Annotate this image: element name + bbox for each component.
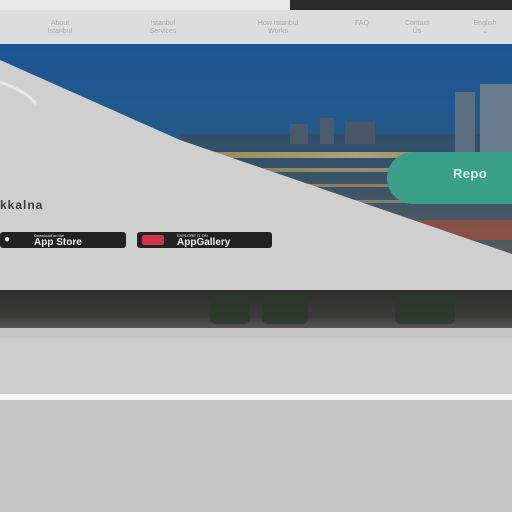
app-gallery-badge[interactable]: EXPLORE IT ON AppGallery bbox=[137, 232, 272, 248]
nav-item-label: Istanbul bbox=[150, 20, 176, 27]
nav-item-label: Contact bbox=[404, 20, 430, 27]
brand-tagline: kkalna bbox=[0, 198, 44, 212]
main-navigation: About Istanbul Istanbul Services How Ist… bbox=[0, 10, 512, 44]
nav-item-label: About bbox=[50, 20, 70, 27]
tree-shape bbox=[210, 294, 250, 324]
nav-item-sublabel: Works bbox=[268, 28, 288, 35]
top-dark-strip bbox=[290, 0, 512, 10]
nav-item-sublabel: Services bbox=[149, 28, 177, 35]
language-label: English bbox=[473, 20, 497, 27]
nav-item-contact[interactable]: Contact Us bbox=[392, 20, 442, 36]
app-store-big-text: App Store bbox=[34, 237, 82, 248]
hero-slider: Repo kkalna ● Download on the App Store … bbox=[0, 44, 512, 290]
chevron-down-icon: ⌄ bbox=[482, 28, 488, 35]
nav-item-how-works[interactable]: How Istanbul Works bbox=[234, 20, 322, 36]
nav-item-faq[interactable]: FAQ bbox=[346, 20, 378, 28]
report-button-label: Repo bbox=[453, 166, 488, 181]
tree-shape bbox=[395, 294, 455, 324]
nav-item-sublabel: Istanbul bbox=[47, 28, 73, 35]
nav-item-about[interactable]: About Istanbul bbox=[30, 20, 90, 36]
app-gallery-big-text: AppGallery bbox=[177, 237, 231, 248]
nav-item-services[interactable]: Istanbul Services bbox=[132, 20, 194, 36]
nav-item-sublabel: Us bbox=[412, 28, 422, 35]
nav-item-label: FAQ bbox=[354, 20, 369, 27]
language-selector[interactable]: English ⌄ bbox=[462, 20, 508, 36]
lower-band bbox=[0, 338, 512, 396]
divider-line bbox=[0, 394, 512, 400]
appgallery-icon bbox=[142, 235, 164, 245]
nav-item-label: How Istanbul bbox=[257, 20, 299, 27]
app-store-badge[interactable]: ● Download on the App Store bbox=[0, 232, 126, 248]
tree-shape bbox=[262, 294, 308, 324]
report-button[interactable]: Repo bbox=[387, 152, 512, 204]
apple-icon: ● bbox=[4, 234, 11, 245]
